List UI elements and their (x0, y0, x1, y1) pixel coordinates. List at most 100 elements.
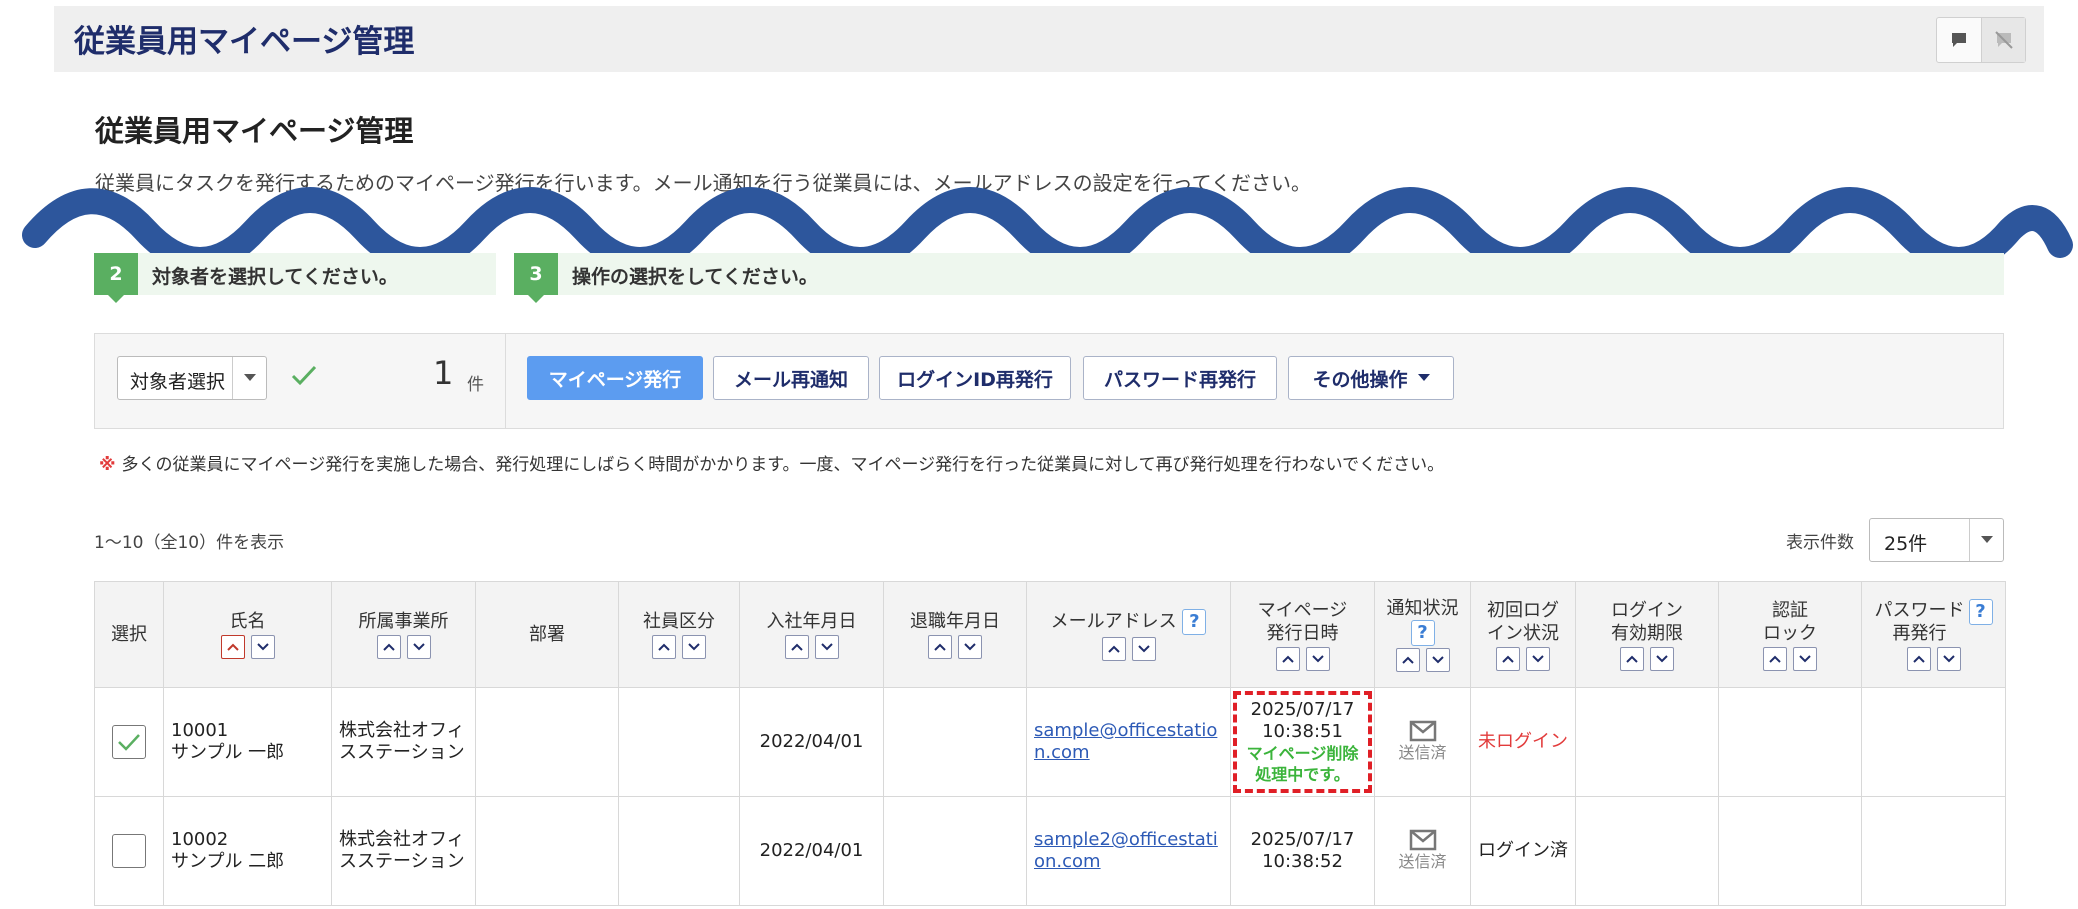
sort-controls (164, 635, 331, 659)
expire-cell (1575, 796, 1719, 906)
email-cell: sample@officestation.com (1026, 687, 1231, 797)
operation-panel: 対象者選択 1 件 マイページ発行 メール再通知 ログインID再発行 パスワード… (94, 333, 2004, 429)
issued-time: 10:38:51 (1262, 721, 1343, 742)
caret-down-icon (1417, 374, 1430, 381)
reissue-password-button[interactable]: パスワード再発行 (1083, 356, 1277, 400)
sort-desc-icon[interactable] (1305, 646, 1330, 671)
chevron-down-icon[interactable] (1969, 519, 2003, 561)
col-leave: 退職年月日 (883, 581, 1027, 688)
col-pwre-label-1: パスワード (1874, 599, 1965, 621)
col-dept: 部署 (475, 581, 619, 688)
issue-mypage-button[interactable]: マイページ発行 (527, 356, 703, 400)
selected-count: 1 (433, 354, 454, 392)
sort-asc-icon[interactable] (1763, 646, 1787, 671)
reissue-login-id-button[interactable]: ログインID再発行 (879, 356, 1071, 400)
sort-asc-icon[interactable] (1906, 646, 1931, 671)
employee-name: サンプル 一郎 (171, 742, 285, 763)
login-status-cell: ログイン済 (1470, 796, 1576, 906)
notify-cell: 送信済 (1374, 796, 1471, 906)
sort-asc-icon[interactable] (1496, 646, 1520, 671)
sort-asc-icon[interactable] (1395, 648, 1420, 672)
chevron-down-icon[interactable] (232, 357, 266, 399)
sort-desc-icon[interactable] (958, 635, 982, 659)
row-checkbox[interactable] (112, 725, 146, 759)
sort-desc-icon[interactable] (814, 635, 839, 659)
email-link[interactable]: sample@officestation.com (1034, 720, 1217, 763)
sort-asc-icon[interactable] (220, 635, 245, 659)
sort-asc-icon[interactable] (1101, 636, 1126, 661)
pwre-cell (1861, 796, 2006, 906)
issued-cell: 2025/07/17 10:38:52 (1230, 796, 1375, 906)
col-join-label: 入社年月日 (766, 611, 857, 632)
col-password-reissue: パスワード 再発行 ? (1861, 581, 2006, 688)
sort-desc-icon[interactable] (1650, 646, 1674, 671)
notice-mark: ※ (99, 455, 116, 475)
help-icon[interactable]: ? (1182, 608, 1207, 635)
office-cell: 株式会社オフィスステーション (331, 687, 476, 797)
employee-name: サンプル 二郎 (171, 851, 285, 872)
help-icon[interactable]: ? (1968, 598, 1993, 625)
help-icon[interactable]: ? (1410, 620, 1435, 646)
dept-cell (475, 687, 619, 797)
sort-desc-icon[interactable] (250, 635, 275, 659)
col-type-label: 社員区分 (643, 611, 715, 632)
check-icon (118, 734, 140, 751)
col-name: 氏名 (163, 581, 332, 688)
sort-asc-icon[interactable] (784, 635, 809, 659)
step-2: 2 対象者を選択してください。 (94, 253, 496, 303)
sort-asc-icon[interactable] (1620, 646, 1644, 671)
per-page-select[interactable]: 25件 (1869, 518, 2004, 562)
step-label: 操作の選択をしてください。 (572, 266, 818, 288)
target-select[interactable]: 対象者選択 (117, 356, 267, 400)
sort-controls (740, 635, 883, 659)
comment-icon[interactable] (1937, 18, 1981, 62)
sort-desc-icon[interactable] (1131, 636, 1156, 661)
select-cell (94, 796, 164, 906)
leave-date-cell (883, 796, 1027, 906)
sort-asc-icon[interactable] (928, 635, 952, 659)
deletion-status-text: マイページ削除処理中です。 (1246, 744, 1359, 784)
sort-desc-icon[interactable] (406, 635, 431, 659)
login-status-cell: 未ログイン (1470, 687, 1576, 797)
employee-id: 10002 (171, 829, 229, 850)
page-title: 従業員用マイページ管理 (95, 114, 414, 148)
sort-asc-icon[interactable] (376, 635, 401, 659)
sort-desc-icon[interactable] (1793, 646, 1817, 671)
sort-asc-icon[interactable] (1275, 646, 1300, 671)
sort-controls (1375, 648, 1470, 672)
row-checkbox[interactable] (112, 834, 146, 868)
expire-cell (1575, 687, 1719, 797)
col-leave-label: 退職年月日 (910, 611, 1000, 632)
check-icon (291, 364, 317, 390)
join-date-cell: 2022/04/01 (739, 687, 884, 797)
resend-mail-button[interactable]: メール再通知 (713, 356, 869, 400)
comment-off-icon[interactable] (1981, 18, 2025, 62)
col-issued: マイページ 発行日時 (1230, 581, 1375, 688)
page: 従業員用マイページ管理 従業員用マイページ管理 従業員にタスクを発行するためのマ… (0, 0, 2078, 909)
notify-status: 送信済 (1398, 852, 1447, 871)
col-notify-label: 通知状況 (1386, 598, 1459, 619)
sort-controls (619, 635, 739, 659)
sort-desc-icon[interactable] (1936, 646, 1961, 671)
join-date-cell: 2022/04/01 (739, 796, 884, 906)
col-expire-label-2: 有効期限 (1611, 622, 1683, 644)
leave-date-cell (883, 687, 1027, 797)
sort-desc-icon[interactable] (1425, 648, 1450, 672)
sort-desc-icon[interactable] (1526, 646, 1550, 671)
sort-controls (1719, 646, 1861, 671)
other-actions-button[interactable]: その他操作 (1288, 356, 1454, 400)
selected-count-unit: 件 (467, 375, 484, 395)
step-label: 対象者を選択してください。 (152, 266, 398, 288)
divider (505, 334, 506, 428)
col-login-label-1: 初回ログ (1487, 599, 1559, 621)
notify-status: 送信済 (1398, 743, 1447, 762)
per-page-label: 表示件数 (1786, 533, 1854, 553)
sort-asc-icon[interactable] (652, 635, 676, 659)
email-link[interactable]: sample2@officestation.com (1034, 829, 1218, 872)
sort-controls (1576, 646, 1718, 671)
col-join: 入社年月日 (739, 581, 884, 688)
sort-desc-icon[interactable] (682, 635, 706, 659)
col-lock-label-2: ロック (1763, 622, 1817, 644)
sort-controls (332, 635, 475, 659)
type-cell (618, 796, 740, 906)
